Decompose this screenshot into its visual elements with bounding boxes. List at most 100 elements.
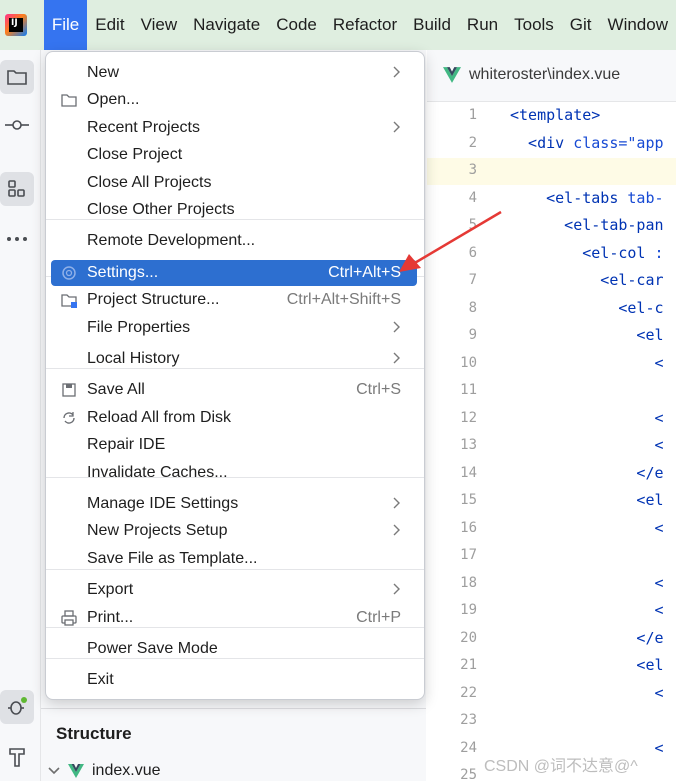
code-line[interactable]: < — [510, 409, 663, 427]
code-line[interactable]: <el — [510, 491, 663, 509]
menu-item-save-all[interactable]: Save All Ctrl+S — [51, 377, 417, 403]
menu-window[interactable]: Window — [600, 0, 676, 50]
code-line[interactable]: <el-c — [510, 299, 663, 317]
menu-item-save-file-as-template[interactable]: Save File as Template... — [51, 546, 417, 572]
project-folder-icon[interactable] — [0, 60, 34, 94]
menu-item-manage-ide-settings[interactable]: Manage IDE Settings — [51, 491, 417, 517]
build-hammer-icon[interactable] — [0, 740, 34, 774]
line-number: 11 — [460, 382, 477, 398]
debug-icon[interactable] — [0, 690, 34, 724]
chevron-right-icon — [393, 352, 400, 364]
code-line[interactable]: <div class="app — [510, 134, 663, 152]
menu-item-invalidate-caches[interactable]: Invalidate Caches... — [51, 460, 417, 486]
menu-item-settings[interactable]: Settings... Ctrl+Alt+S — [51, 260, 417, 286]
menu-run[interactable]: Run — [459, 0, 506, 50]
menu-edit[interactable]: Edit — [87, 0, 132, 50]
line-number: 21 — [460, 657, 477, 673]
structure-divider — [41, 708, 426, 709]
menu-item-label: New Projects Setup — [87, 522, 228, 539]
menu-item-label: Remote Development... — [87, 232, 256, 249]
code-attribute: : — [645, 243, 664, 262]
menu-item-label: Invalidate Caches... — [87, 464, 228, 481]
editor-tab-index-vue[interactable]: whiteroster\index.vue — [443, 66, 620, 84]
menu-item-recent-projects[interactable]: Recent Projects — [51, 115, 417, 141]
menu-item-remote-development[interactable]: Remote Development... — [51, 228, 417, 254]
menu-item-reload-all-from-disk[interactable]: Reload All from Disk — [51, 405, 417, 431]
chevron-right-icon — [393, 321, 400, 333]
code-line[interactable]: <el-col : — [510, 243, 664, 262]
menu-item-close-project[interactable]: Close Project — [51, 142, 417, 168]
code-line[interactable]: <template> — [510, 106, 600, 124]
reload-icon — [63, 412, 75, 424]
menu-refactor[interactable]: Refactor — [325, 0, 405, 50]
code-line[interactable]: <el — [510, 326, 663, 344]
code-line[interactable]: < — [510, 436, 663, 454]
menu-item-label: Save All — [87, 381, 145, 398]
menu-item-repair-ide[interactable]: Repair IDE — [51, 432, 417, 458]
menu-code[interactable]: Code — [268, 0, 325, 50]
structure-panel-title: Structure — [56, 724, 132, 743]
menu-item-open[interactable]: Open... — [51, 87, 417, 113]
code-line[interactable]: <el-tab-pan — [510, 216, 664, 234]
menu-item-file-properties[interactable]: File Properties — [51, 315, 417, 341]
line-number: 17 — [460, 547, 477, 563]
line-number: 7 — [468, 272, 477, 288]
menu-item-export[interactable]: Export — [51, 577, 417, 603]
menu-item-close-all-projects[interactable]: Close All Projects — [51, 170, 417, 196]
menu-item-new-projects-setup[interactable]: New Projects Setup — [51, 518, 417, 544]
code-tag: < — [510, 353, 664, 372]
code-line[interactable]: </e — [510, 464, 663, 482]
chevron-right-icon — [393, 121, 400, 133]
menu-tools[interactable]: Tools — [506, 0, 562, 50]
menu-view[interactable]: View — [133, 0, 186, 50]
code-line[interactable]: <el-car — [510, 271, 663, 289]
line-number: 18 — [460, 574, 477, 591]
menu-item-shortcut: Ctrl+P — [356, 609, 401, 626]
menu-item-label: Recent Projects — [87, 119, 200, 136]
code-tag: <el-tabs — [510, 188, 619, 207]
menu-item-local-history[interactable]: Local History — [51, 346, 417, 372]
menu-item-shortcut: Ctrl+Alt+S — [328, 264, 401, 281]
menu-item-close-other-projects[interactable]: Close Other Projects — [51, 197, 417, 223]
code-line[interactable]: < — [510, 683, 664, 702]
menu-item-new[interactable]: New — [51, 60, 417, 86]
editor-tab-label: whiteroster\index.vue — [469, 66, 621, 83]
menu-item-exit[interactable]: Exit — [51, 667, 417, 693]
line-number: 1 — [468, 107, 477, 123]
line-number: 4 — [468, 189, 477, 206]
menu-item-project-structure[interactable]: Project Structure... Ctrl+Alt+Shift+S — [51, 287, 417, 313]
code-line[interactable]: < — [510, 574, 663, 592]
editor-tab-bar: whiteroster\index.vue — [427, 50, 676, 102]
code-tag: <el-tab-pan — [510, 216, 664, 234]
code-tag: < — [510, 683, 664, 702]
gear-icon — [62, 266, 76, 280]
menu-git[interactable]: Git — [562, 0, 600, 50]
menu-item-print[interactable]: Print... Ctrl+P — [51, 605, 417, 631]
line-number: 20 — [460, 629, 477, 646]
commit-icon[interactable] — [0, 108, 34, 142]
structure-icon[interactable] — [0, 172, 34, 206]
code-tag: </e — [510, 628, 664, 647]
menu-build[interactable]: Build — [405, 0, 459, 50]
code-line[interactable]: < — [510, 601, 664, 619]
line-number: 3 — [468, 162, 477, 178]
chevron-right-icon — [393, 66, 400, 78]
code-line[interactable]: <el — [510, 656, 663, 674]
code-attribute: tab- — [618, 188, 664, 207]
menu-item-power-save-mode[interactable]: Power Save Mode — [51, 636, 417, 662]
menu-navigate[interactable]: Navigate — [185, 0, 268, 50]
menu-item-label: Reload All from Disk — [87, 409, 232, 426]
code-line[interactable]: <el-tabs tab- — [510, 188, 664, 207]
chevron-down-icon[interactable] — [48, 766, 60, 776]
code-line[interactable]: </e — [510, 628, 664, 647]
code-line[interactable]: < — [510, 519, 663, 537]
menu-file[interactable]: File — [43, 0, 88, 50]
more-tools-icon[interactable] — [0, 222, 34, 256]
code-line[interactable]: < — [510, 353, 664, 372]
code-tag: < — [510, 601, 664, 619]
line-number: 16 — [460, 519, 477, 536]
structure-tree-row[interactable]: index.vue — [48, 762, 161, 780]
watermark: CSDN @词不达意@^ — [484, 758, 638, 775]
menu-item-label: Open... — [87, 91, 140, 108]
menu-item-label: Power Save Mode — [87, 640, 218, 657]
